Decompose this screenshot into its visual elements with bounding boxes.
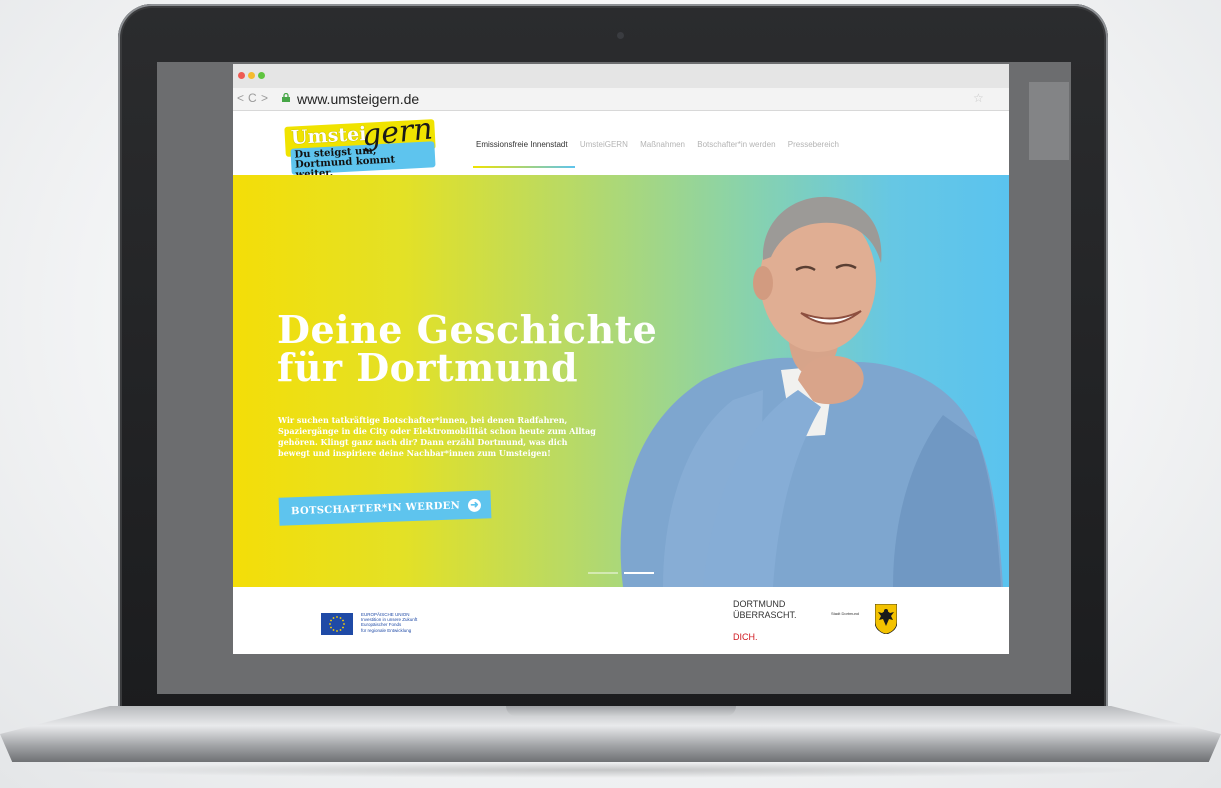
minimize-window-button[interactable] [248,72,255,79]
cta-label: BOTSCHAFTER*IN WERDEN [290,499,461,517]
eu-flag-icon [321,613,353,635]
nav-item-pressebereich[interactable]: Pressebereich [788,140,839,149]
hero-text: Wir suchen tatkräftige Botschafter*innen… [278,415,596,458]
nav-item-umsteigern[interactable]: UmsteiGERN [580,140,628,149]
reload-button[interactable]: C [248,91,257,105]
nav-item-emissionsfreie-innenstadt[interactable]: Emissionsfreie Innenstadt [476,140,568,149]
dortmund-dich-text: DICH. [733,632,758,642]
logo-word: Umstei [290,123,367,149]
main-nav: Emissionsfreie Innenstadt UmsteiGERN Maß… [476,140,849,149]
nav-active-indicator [473,166,575,168]
browser-window: < C > www.umsteigern.de ☆ Umstei gern Du… [233,64,1009,654]
dortmund-crest-icon[interactable] [875,604,897,634]
laptop-shadow [60,762,1160,778]
nav-item-botschafter[interactable]: Botschafter*in werden [697,140,775,149]
laptop-hinge-notch [506,706,736,716]
slide-dot-1[interactable] [588,572,618,574]
stadt-dortmund-label: Stadt Dortmund [831,611,860,616]
maximize-window-button[interactable] [258,72,265,79]
lock-icon [282,93,290,102]
forward-button[interactable]: > [261,91,268,105]
back-button[interactable]: < [237,91,244,105]
slide-dot-2[interactable] [624,572,654,574]
hero-banner: Deine Geschichte für Dortmund Wir suchen… [233,175,1009,587]
site-header: Umstei gern Du steigst um, Dortmund komm… [233,111,1009,181]
dortmund-ueberrascht-logo[interactable]: DORTMUND ÜBERRASCHT. [733,599,797,621]
nav-item-massnahmen[interactable]: Maßnahmen [640,140,685,149]
bookmark-star-icon[interactable]: ☆ [973,91,984,105]
webcam [617,32,624,39]
arrow-right-circle-icon: ➜ [467,498,482,512]
screen-side-panel [1029,82,1069,160]
browser-titlebar [233,64,1009,88]
eu-funding-text: EUROPÄISCHE UNION Investition in unsere … [361,612,418,633]
address-bar: < C > www.umsteigern.de ☆ [233,88,1009,111]
umsteigern-logo[interactable]: Umstei gern Du steigst um, Dortmund komm… [284,111,436,181]
botschafter-werden-button[interactable]: BOTSCHAFTER*IN WERDEN ➜ [278,490,492,526]
site-footer: EUROPÄISCHE UNION Investition in unsere … [233,587,1009,654]
hero-title: Deine Geschichte für Dortmund [277,307,658,390]
close-window-button[interactable] [238,72,245,79]
url-field[interactable]: www.umsteigern.de [297,91,419,107]
